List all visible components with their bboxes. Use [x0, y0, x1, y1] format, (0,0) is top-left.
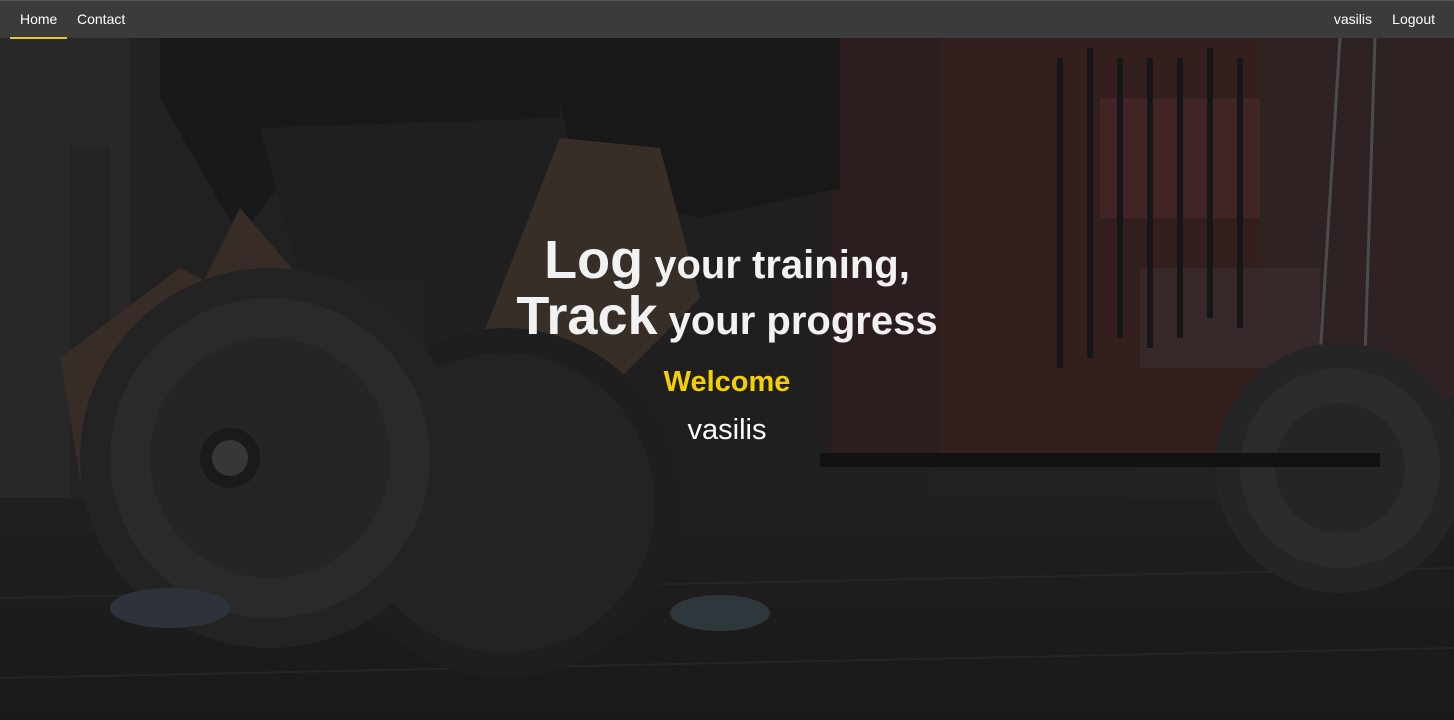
headline-line-2-rest: your progress [657, 299, 938, 343]
hero-headline: Log your training, Track your progress [0, 232, 1454, 344]
nav-home-link[interactable]: Home [9, 1, 68, 39]
nav-logout-link[interactable]: Logout [1392, 1, 1435, 38]
headline-log: Log [544, 230, 644, 290]
top-navbar: Home Contact vasilis Logout [0, 0, 1454, 39]
welcome-heading: Welcome [663, 366, 791, 398]
headline-line-1-rest: your training, [643, 243, 910, 287]
nav-username-link[interactable]: vasilis [1334, 1, 1372, 38]
headline-line-1: Log your training, [0, 232, 1454, 288]
welcome-username: vasilis [687, 414, 767, 446]
headline-track: Track [516, 286, 658, 346]
nav-contact-link[interactable]: Contact [77, 1, 125, 38]
headline-line-2: Track your progress [0, 288, 1454, 344]
